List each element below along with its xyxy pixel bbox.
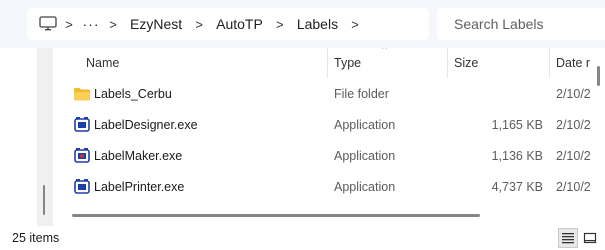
top-bar: > ··· > EzyNest > AutoTP > Labels >	[0, 0, 605, 48]
file-name: LabelPrinter.exe	[94, 180, 185, 194]
breadcrumb-separator[interactable]: >	[58, 17, 80, 32]
item-count: 25 items	[12, 231, 60, 245]
file-name: LabelDesigner.exe	[94, 118, 198, 132]
column-divider[interactable]	[327, 48, 328, 78]
column-divider[interactable]	[447, 48, 448, 78]
search-box[interactable]	[437, 8, 605, 40]
file-type: Application	[334, 180, 396, 194]
file-date-modified: 2/10/2	[556, 149, 591, 163]
column-header-name[interactable]: Name	[86, 48, 326, 78]
file-name: Labels_Cerbu	[94, 87, 172, 101]
details-view-button[interactable]	[558, 228, 578, 248]
breadcrumb-separator[interactable]: >	[102, 17, 124, 32]
large-icons-view-button[interactable]	[580, 228, 600, 248]
file-size	[447, 79, 543, 110]
file-row[interactable]: LabelPrinter.exe Application 4,737 KB 2/…	[54, 172, 594, 203]
file-name: LabelMaker.exe	[94, 149, 183, 163]
label-printer-app-icon	[73, 178, 91, 196]
file-explorer-window: > ··· > EzyNest > AutoTP > Labels > Name…	[0, 0, 605, 250]
file-size: 1,165 KB	[491, 118, 543, 132]
navigation-pane-scrollbar[interactable]	[37, 48, 53, 226]
column-header-size[interactable]: Size	[454, 48, 544, 78]
file-list: Name ^ Type Size Date r Labels_Cerbu Fil…	[54, 48, 605, 226]
large-icons-view-icon	[583, 232, 597, 244]
column-header-type[interactable]: Type	[334, 48, 444, 78]
file-type: File folder	[334, 87, 389, 101]
breadcrumb-separator[interactable]: >	[269, 17, 291, 32]
file-size: 4,737 KB	[491, 180, 543, 194]
file-type: Application	[334, 118, 396, 132]
breadcrumb-autotp[interactable]: AutoTP	[210, 16, 269, 32]
file-list-vertical-scrollbar-thumb[interactable]	[597, 66, 600, 86]
label-maker-app-icon	[73, 147, 91, 165]
this-pc-icon[interactable]	[38, 14, 58, 34]
breadcrumb-labels[interactable]: Labels	[291, 16, 344, 32]
address-bar[interactable]: > ··· > EzyNest > AutoTP > Labels >	[27, 8, 429, 40]
breadcrumb-more-button[interactable]: ···	[80, 16, 102, 32]
file-date-modified: 2/10/2	[556, 118, 591, 132]
details-view-icon	[562, 233, 574, 244]
folder-icon	[73, 85, 91, 103]
file-type: Application	[334, 149, 396, 163]
search-input[interactable]	[452, 15, 605, 33]
navigation-pane-scrollbar-thumb[interactable]	[43, 185, 45, 215]
file-row[interactable]: LabelDesigner.exe Application 1,165 KB 2…	[54, 110, 594, 141]
status-bar: 25 items	[0, 226, 605, 250]
breadcrumb-separator[interactable]: >	[188, 17, 210, 32]
file-row[interactable]: LabelMaker.exe Application 1,136 KB 2/10…	[54, 141, 594, 172]
label-designer-app-icon	[73, 116, 91, 134]
file-size: 1,136 KB	[491, 149, 543, 163]
column-header-date-modified[interactable]: Date r	[556, 48, 592, 78]
file-date-modified: 2/10/2	[556, 180, 591, 194]
file-date-modified: 2/10/2	[556, 87, 591, 101]
column-divider[interactable]	[549, 48, 550, 78]
file-list-horizontal-scrollbar-thumb[interactable]	[72, 214, 480, 217]
column-header-row: Name ^ Type Size Date r	[54, 48, 605, 78]
navigation-pane	[0, 48, 54, 226]
breadcrumb-ezynest[interactable]: EzyNest	[124, 16, 188, 32]
breadcrumb-separator[interactable]: >	[344, 17, 366, 32]
file-row[interactable]: Labels_Cerbu File folder 2/10/2	[54, 79, 594, 110]
